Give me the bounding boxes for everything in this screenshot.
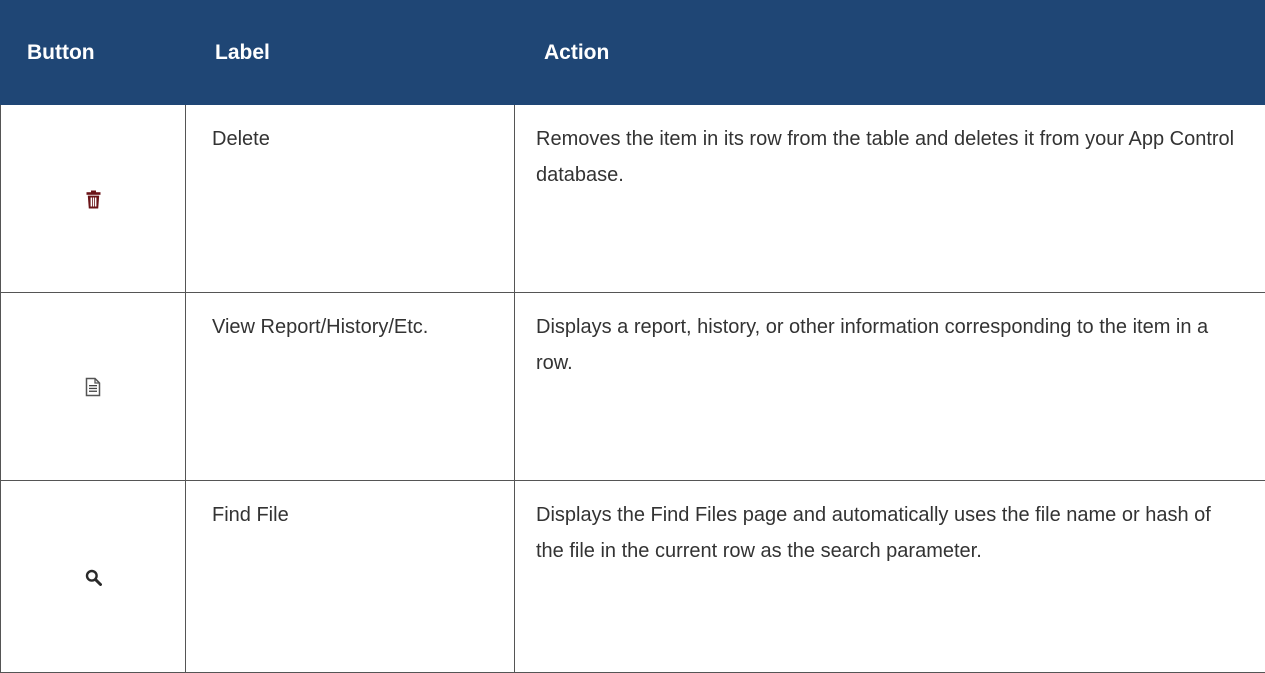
header-button: Button [1,1,186,105]
document-icon[interactable] [85,377,101,397]
label-cell: Delete [186,105,515,293]
table-body: Delete Removes the item in its row from … [1,105,1265,673]
search-icon[interactable] [85,569,102,586]
action-cell: Removes the item in its row from the tab… [515,105,1265,293]
label-cell: View Report/History/Etc. [186,293,515,481]
trash-icon[interactable] [86,190,101,209]
action-cell: Displays a report, history, or other inf… [515,293,1265,481]
label-cell: Find File [186,481,515,673]
button-reference-table: Button Label Action Delete R [0,0,1265,673]
table-header: Button Label Action [1,1,1265,105]
header-label: Label [186,1,515,105]
header-row: Button Label Action [1,1,1265,105]
header-action: Action [515,1,1265,105]
button-cell [1,105,186,293]
button-cell [1,481,186,673]
button-cell [1,293,186,481]
table-row: View Report/History/Etc. Displays a repo… [1,293,1265,481]
table-row: Find File Displays the Find Files page a… [1,481,1265,673]
table-row: Delete Removes the item in its row from … [1,105,1265,293]
action-cell: Displays the Find Files page and automat… [515,481,1265,673]
